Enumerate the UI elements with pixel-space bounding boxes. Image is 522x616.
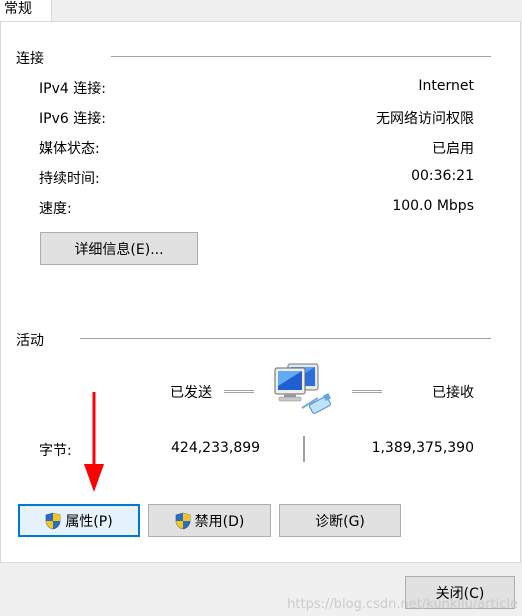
- close-button-label: 关闭(C): [435, 585, 485, 602]
- ipv6-value: 无网络访问权限: [376, 111, 474, 127]
- properties-button-label: 属性(P): [65, 513, 113, 530]
- ipv4-label: IPv4 连接:: [39, 81, 106, 97]
- duration-value: 00:36:21: [411, 168, 474, 184]
- disable-button-label: 禁用(D): [194, 513, 245, 530]
- tab-general[interactable]: 常规: [0, 0, 52, 22]
- bytes-label: 字节:: [39, 443, 72, 459]
- sent-label: 已发送: [170, 385, 212, 401]
- connection-divider: [111, 56, 491, 57]
- media-state-value: 已启用: [432, 141, 474, 157]
- properties-button[interactable]: 属性(P): [18, 504, 140, 537]
- uac-shield-icon: [175, 512, 191, 530]
- received-label: 已接收: [432, 385, 474, 401]
- duration-label: 持续时间:: [39, 171, 100, 187]
- activity-group-title: 活动: [16, 333, 44, 349]
- connection-group-title: 连接: [16, 51, 44, 67]
- sent-dash: [224, 390, 254, 393]
- ipv4-value: Internet: [418, 78, 474, 94]
- bytes-sent-value: 424,233,899: [171, 440, 261, 456]
- media-state-label: 媒体状态:: [39, 141, 100, 157]
- activity-divider: [80, 338, 491, 339]
- diagnose-button[interactable]: 诊断(G): [279, 504, 401, 537]
- network-computers-icon: [272, 360, 336, 418]
- speed-value: 100.0 Mbps: [392, 198, 474, 214]
- received-dash: [352, 390, 382, 393]
- disable-button[interactable]: 禁用(D): [148, 504, 271, 537]
- red-arrow-annotation: [82, 390, 106, 494]
- ipv6-label: IPv6 连接:: [39, 111, 106, 127]
- bytes-received-value: 1,389,375,390: [371, 440, 474, 456]
- speed-label: 速度:: [39, 201, 72, 217]
- details-button-label: 详细信息(E)...: [74, 241, 164, 258]
- bytes-separator: [303, 436, 305, 462]
- tab-general-label: 常规: [4, 1, 32, 17]
- close-button[interactable]: 关闭(C): [405, 576, 515, 609]
- details-button[interactable]: 详细信息(E)...: [40, 232, 198, 265]
- diagnose-button-label: 诊断(G): [315, 513, 365, 530]
- uac-shield-icon: [45, 512, 61, 530]
- general-panel: [0, 21, 521, 563]
